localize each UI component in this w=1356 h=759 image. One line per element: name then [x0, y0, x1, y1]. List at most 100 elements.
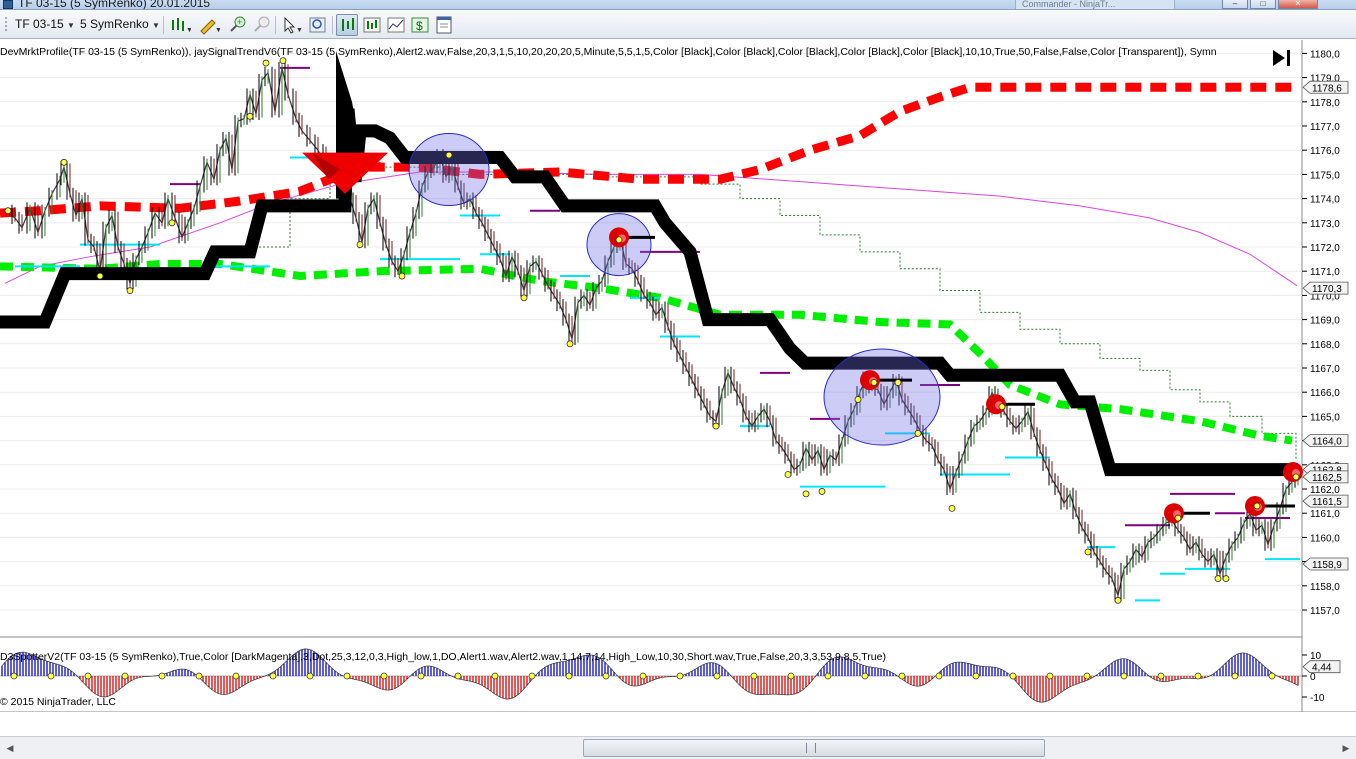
- signal-layer: [0, 50, 1303, 604]
- swing-dot: [712, 422, 720, 430]
- swing-dot: [1253, 502, 1261, 510]
- scroll-right-icon[interactable]: ▶: [1338, 739, 1354, 757]
- osc-tick-label: -10: [1310, 693, 1325, 704]
- svg-text:▼: ▼: [215, 27, 220, 34]
- price-tick-label: 1176,0: [1310, 146, 1340, 157]
- swing-dot: [1174, 514, 1182, 522]
- osc-dot: [343, 672, 351, 680]
- swing-dot: [566, 340, 574, 348]
- price-tick-label: 1157,0: [1310, 606, 1340, 617]
- down-arrow-signal: [302, 152, 388, 194]
- swing-dot: [914, 429, 922, 437]
- osc-dot: [824, 672, 832, 680]
- svg-text:+: +: [237, 17, 242, 27]
- scroll-grip-icon: [806, 743, 816, 753]
- draw-pencil-icon[interactable]: ▼: [197, 14, 222, 36]
- price-tick-label: 1161,0: [1310, 509, 1340, 520]
- chart-trader-icon[interactable]: [336, 14, 358, 36]
- osc-dot: [676, 672, 684, 680]
- price-axis: 1180,01179,01178,01177,01176,01175,01174…: [1302, 49, 1349, 617]
- properties-icon[interactable]: [432, 14, 454, 36]
- zoom-out-icon[interactable]: [250, 14, 272, 36]
- osc-dot: [269, 672, 277, 680]
- strategies-icon[interactable]: [360, 14, 382, 36]
- swing-dot: [356, 241, 364, 248]
- period-selector[interactable]: 5 SymRenko ▼: [80, 14, 160, 36]
- price-marker-label: 1162,5: [1312, 473, 1342, 484]
- osc-dot: [1083, 672, 1091, 680]
- play-end-icon[interactable]: [1273, 50, 1290, 66]
- osc-dot: [158, 672, 166, 680]
- swing-dot: [60, 158, 68, 166]
- osc-dot: [380, 672, 388, 680]
- price-marker-label: 1164,0: [1312, 437, 1342, 448]
- swing-dot: [262, 59, 270, 67]
- price-chart[interactable]: 100-104,44 1180,01179,01178,01177,01176,…: [0, 40, 1356, 712]
- chart-toolbar: TF 03-15 ▼ 5 SymRenko ▼ ▼ ▼ + ▼ $: [0, 11, 1356, 39]
- swing-dot: [246, 112, 254, 120]
- osc-dot: [84, 672, 92, 680]
- swing-dot: [398, 272, 406, 280]
- osc-dot: [1268, 672, 1276, 680]
- zoom-in-icon[interactable]: +: [226, 14, 248, 36]
- horizontal-scrollbar[interactable]: ◀ ▶: [0, 736, 1356, 759]
- price-marker-label: 1178,6: [1312, 83, 1342, 94]
- swing-dot: [894, 379, 902, 386]
- swing-dot: [870, 379, 878, 386]
- instrument-selector[interactable]: TF 03-15 ▼: [15, 14, 75, 36]
- osc-dot: [1231, 672, 1239, 680]
- price-tick-label: 1165,0: [1310, 412, 1340, 423]
- swing-dot: [1292, 473, 1300, 481]
- maximize-button[interactable]: □: [1250, 0, 1276, 9]
- swing-dot: [520, 294, 528, 302]
- minimize-button[interactable]: –: [1222, 0, 1248, 9]
- price-tick-label: 1180,0: [1310, 49, 1340, 60]
- scroll-left-icon[interactable]: ◀: [2, 739, 18, 757]
- osc-dot: [935, 672, 943, 680]
- toolbar-divider: [332, 16, 333, 34]
- toolbar-divider: [275, 16, 276, 34]
- osc-dot: [602, 672, 610, 680]
- osc-dot: [898, 672, 906, 680]
- swing-dot: [168, 219, 176, 227]
- app-icon: [3, 0, 13, 9]
- window-title: TF 03-15 (5 SymRenko) 20.01.2015: [18, 0, 211, 10]
- price-tick-label: 1175,0: [1310, 170, 1340, 181]
- chevron-down-icon: ▼: [152, 21, 160, 30]
- osc-dot: [417, 672, 425, 680]
- bar-style-icon[interactable]: ▼: [168, 14, 193, 36]
- background-window-tab[interactable]: Commander - NinjaTr...: [1015, 0, 1175, 9]
- price-tick-label: 1177,0: [1310, 122, 1340, 133]
- swing-dot: [1214, 575, 1222, 582]
- dollar-icon[interactable]: $: [408, 14, 430, 36]
- swing-dot: [784, 471, 792, 478]
- osc-dot: [1046, 672, 1054, 680]
- osc-dot: [1194, 672, 1202, 680]
- copyright-label: © 2015 NinjaTrader, LLC: [0, 696, 116, 708]
- data-box-icon[interactable]: [384, 14, 406, 36]
- osc-dot: [565, 672, 573, 680]
- price-marker-label: 1170,3: [1312, 284, 1342, 295]
- signal-circle: [823, 348, 941, 446]
- toolbar-divider: [163, 16, 164, 34]
- close-button[interactable]: ✕: [1278, 0, 1318, 9]
- osc-dot: [787, 672, 795, 680]
- swing-dot: [615, 236, 623, 244]
- swing-dot: [1084, 548, 1092, 556]
- swing-dot: [948, 504, 956, 512]
- price-tick-label: 1173,0: [1310, 219, 1340, 230]
- pointer-icon[interactable]: ▼: [279, 14, 303, 36]
- indicator-label: DevMrktProfile(TF 03-15 (5 SymRenko)), j…: [0, 46, 1217, 58]
- swing-dot: [854, 396, 862, 403]
- osc-dot: [10, 672, 18, 680]
- price-tick-label: 1172,0: [1310, 243, 1340, 254]
- osc-dot: [861, 672, 869, 680]
- magnifier-icon[interactable]: [306, 14, 328, 36]
- price-tick-label: 1178,0: [1310, 98, 1340, 109]
- price-marker-label: 1158,9: [1312, 560, 1342, 571]
- price-tick-label: 1167,0: [1310, 364, 1340, 375]
- osc-dot: [232, 672, 240, 680]
- osc-dot: [713, 672, 721, 680]
- osc-dot: [639, 672, 647, 680]
- swing-dot: [4, 207, 12, 215]
